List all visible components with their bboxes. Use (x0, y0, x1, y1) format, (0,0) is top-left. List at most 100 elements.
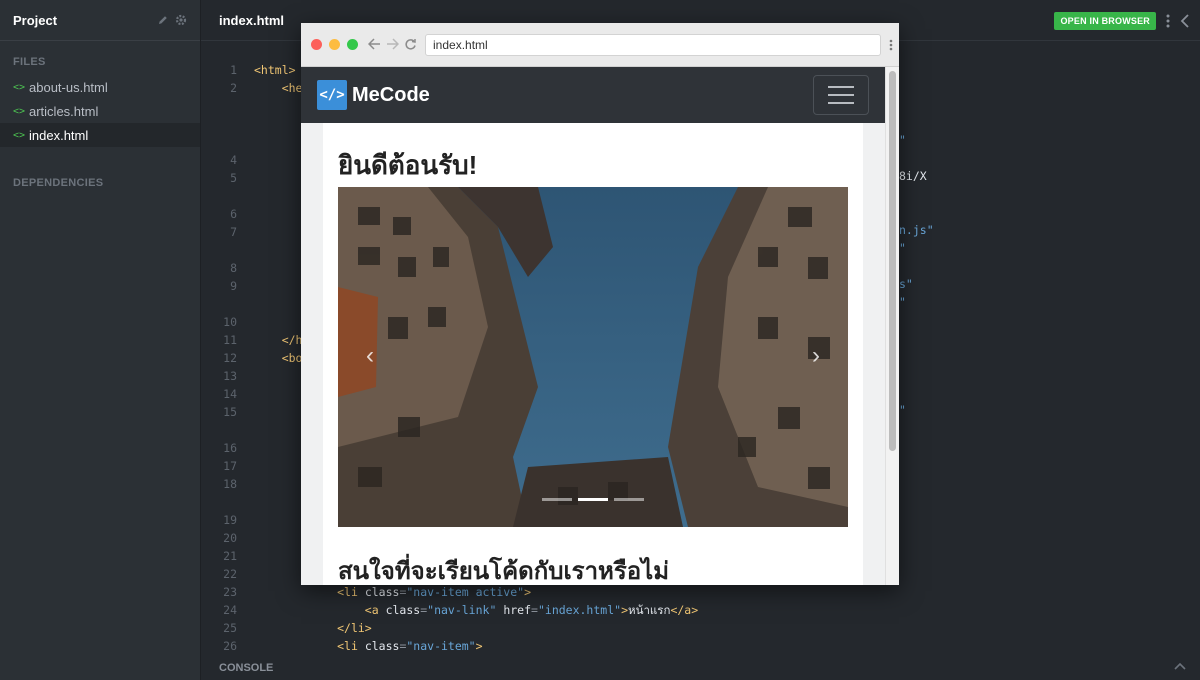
code-line: 13 (201, 367, 254, 385)
line-number: 15 (223, 405, 237, 419)
file-item-index[interactable]: <> index.html (0, 123, 200, 147)
code-token: หน้าแรก (628, 603, 671, 617)
topbar-actions: OPEN IN BROWSER (1054, 12, 1190, 30)
code-token: <li (337, 585, 358, 599)
code-token: <html> (254, 63, 296, 77)
carousel-indicators (338, 498, 848, 501)
line-number: 12 (223, 351, 237, 365)
line-number: 17 (223, 459, 237, 473)
chevron-left-icon[interactable] (1180, 14, 1190, 28)
line-number: 9 (230, 279, 237, 293)
editor-tab-title[interactable]: index.html (219, 13, 284, 28)
browser-preview-window: index.html </> MeCode ยินดีต้อนรับ! ‹ › … (301, 23, 899, 585)
console-label: CONSOLE (219, 661, 274, 674)
brand-name[interactable]: MeCode (352, 84, 430, 107)
file-item-about-us[interactable]: <> about-us.html (0, 75, 200, 99)
code-token: </a> (670, 603, 699, 617)
browser-nav (368, 38, 417, 51)
code-fragment: 8i/X (899, 169, 927, 183)
code-line: 18 (201, 475, 254, 493)
code-token: </li> (337, 621, 372, 635)
sidebar-tools (157, 14, 187, 26)
scrollbar-thumb[interactable] (889, 71, 896, 451)
code-line: 19 (201, 511, 254, 529)
code-fragment: " (899, 241, 906, 255)
code-line: 16 (201, 439, 254, 457)
welcome-heading: ยินดีต้อนรับ! (338, 150, 478, 180)
browser-toolbar: index.html (301, 23, 899, 67)
code-line: 1 <html> (201, 61, 296, 79)
carousel-indicator[interactable] (542, 498, 572, 501)
code-line: 17 (201, 457, 254, 475)
back-arrow-icon[interactable] (368, 38, 381, 50)
open-in-browser-button[interactable]: OPEN IN BROWSER (1054, 12, 1156, 30)
files-section: FILES <> about-us.html <> articles.html … (0, 53, 200, 147)
code-file-icon: <> (13, 105, 26, 117)
gear-icon[interactable] (175, 14, 187, 26)
code-fragment: " (899, 295, 906, 309)
sidebar-title: Project (13, 12, 58, 28)
site-navbar: </> MeCode (301, 67, 885, 123)
line-number: 21 (223, 549, 237, 563)
carousel-indicator-active[interactable] (578, 498, 608, 501)
minimize-window-button[interactable] (329, 39, 340, 50)
carousel-prev-button[interactable]: ‹ (366, 342, 374, 370)
code-token: class (364, 639, 400, 653)
preview-scrollbar[interactable] (885, 67, 899, 585)
carousel-indicator[interactable] (614, 498, 644, 501)
console-bar[interactable]: CONSOLE (201, 655, 1200, 680)
code-line: 12 <bo (201, 349, 302, 367)
line-number: 19 (223, 513, 237, 527)
line-number: 4 (230, 153, 237, 167)
code-line: 4 (201, 151, 254, 169)
navbar-toggle-button[interactable] (813, 75, 869, 115)
line-number: 18 (223, 477, 237, 491)
code-line: 10 (201, 313, 254, 331)
code-line: 23 <li class="nav-item active"> (201, 583, 531, 601)
chevron-up-icon[interactable] (1174, 662, 1186, 670)
line-number: 26 (223, 639, 237, 653)
maximize-window-button[interactable] (347, 39, 358, 50)
brand-logo[interactable]: </> (317, 80, 347, 110)
code-token: class (364, 585, 400, 599)
forward-arrow-icon[interactable] (386, 38, 399, 50)
carousel-next-button[interactable]: › (812, 342, 820, 370)
file-name: articles.html (29, 103, 99, 119)
dependencies-section-title[interactable]: DEPENDENCIES (0, 177, 200, 189)
reload-icon[interactable] (404, 38, 417, 51)
code-token: "index.html" (537, 603, 622, 617)
hamburger-bar (828, 94, 854, 96)
code-token: class (385, 603, 421, 617)
image-carousel[interactable]: ‹ › (338, 187, 848, 527)
code-line: 2 <he (201, 79, 302, 97)
project-sidebar: Project FILES <> about-us.html <> articl… (0, 0, 201, 680)
files-section-title: FILES (13, 56, 46, 68)
pencil-icon[interactable] (157, 14, 169, 26)
address-bar[interactable]: index.html (425, 33, 881, 56)
code-line: 5 (201, 169, 254, 187)
code-fragment: s" (899, 277, 913, 291)
line-number: 2 (230, 81, 237, 95)
code-token: <bo (281, 351, 303, 365)
more-vertical-icon[interactable] (1166, 14, 1170, 28)
line-number: 24 (223, 603, 237, 617)
code-line: 25 </li> (201, 619, 372, 637)
code-line: 9 (201, 277, 254, 295)
code-token: "nav-item" (406, 639, 476, 653)
rendered-page: </> MeCode ยินดีต้อนรับ! ‹ › สนใจที่จะเร… (301, 67, 885, 585)
file-name: index.html (29, 127, 89, 143)
hamburger-bar (828, 102, 854, 104)
code-token: "nav-link" (427, 603, 497, 617)
line-number: 10 (223, 315, 237, 329)
browser-menu-icon[interactable] (889, 39, 893, 51)
code-file-icon: <> (13, 81, 26, 93)
file-item-articles[interactable]: <> articles.html (0, 99, 200, 123)
code-line: 26 <li class="nav-item"> (201, 637, 482, 655)
line-number: 5 (230, 171, 237, 185)
code-line: 15 (201, 403, 254, 421)
close-window-button[interactable] (311, 39, 322, 50)
line-number: 20 (223, 531, 237, 545)
code-line: 22 (201, 565, 254, 583)
code-line: 14 (201, 385, 254, 403)
code-token: "nav-item active" (406, 585, 525, 599)
